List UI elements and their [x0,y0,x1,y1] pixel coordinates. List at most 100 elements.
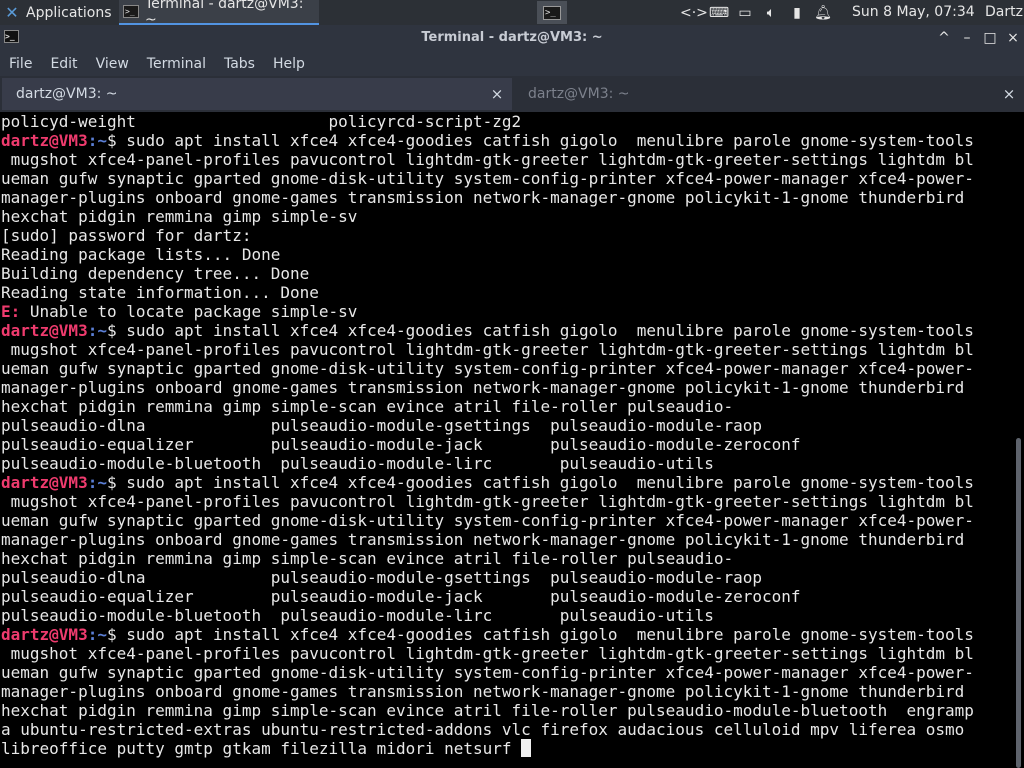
line-text: pulseaudio-module-bluetooth pulseaudio-m… [1,606,714,625]
line-text: sudo apt install xfce4 xfce4-goodies cat… [116,131,974,150]
menu-bar: File Edit View Terminal Tabs Help [0,51,1024,76]
line-text: ueman gufw synaptic gparted gnome-disk-u… [1,663,974,682]
terminal-line: hexchat pidgin remmina gimp simple-scan … [1,397,1012,416]
user-menu[interactable]: Dartz [985,0,1023,25]
terminal-line: hexchat pidgin remmina gimp simple-scan … [1,701,1012,720]
terminal-launcher-button[interactable]: >_ [537,1,567,24]
battery-icon[interactable]: ▮ [784,5,810,21]
line-text: Building dependency tree... Done [1,264,310,283]
line-text: pulseaudio-equalizer pulseaudio-module-j… [1,587,801,606]
terminal-line: [sudo] password for dartz: [1,226,1012,245]
terminal-line: pulseaudio-equalizer pulseaudio-module-j… [1,587,1012,606]
line-text: hexchat pidgin remmina gimp simple-scan … [1,397,734,416]
system-tray: <·> ⌨ ▭ 🔈︎ ▮ 🔔︎ [680,0,836,25]
line-text: Unable to locate package simple-sv [20,302,358,321]
tab-close-icon[interactable]: × [994,85,1024,103]
menu-file[interactable]: File [0,56,41,72]
menu-help[interactable]: Help [264,56,314,72]
line-text: pulseaudio-dlna pulseaudio-module-gsetti… [1,568,762,587]
text-cursor [521,739,532,757]
line-text: [sudo] password for dartz: [1,226,252,245]
terminal-line: E: Unable to locate package simple-sv [1,302,1012,321]
terminal-line: dartz@VM3:~$ sudo apt install xfce4 xfce… [1,131,1012,150]
menu-edit[interactable]: Edit [41,56,86,72]
window-titlebar[interactable]: >_ Terminal - dartz@VM3: ~ ^ – □ × [0,25,1024,51]
terminal-launcher-icon: >_ [543,5,561,20]
line-text: manager-plugins onboard gnome-games tran… [1,682,965,701]
line-text: ueman gufw synaptic gparted gnome-disk-u… [1,511,974,530]
prompt-path: :~ [87,625,107,644]
line-text: mugshot xfce4-panel-profiles pavucontrol… [1,492,974,511]
tab-label: dartz@VM3: ~ [16,86,118,102]
tab-label: dartz@VM3: ~ [528,86,630,102]
line-text: mugshot xfce4-panel-profiles pavucontrol… [1,150,974,169]
terminal-icon: >_ [123,5,139,18]
clock[interactable]: Sun 8 May, 07:34 [852,0,975,25]
terminal-line: Building dependency tree... Done [1,264,1012,283]
network-arrows-icon[interactable]: <·> [680,5,708,21]
terminal-line: pulseaudio-dlna pulseaudio-module-gsetti… [1,568,1012,587]
terminal-line: pulseaudio-equalizer pulseaudio-module-j… [1,435,1012,454]
tab-close-icon[interactable]: × [482,85,512,103]
terminal-line: mugshot xfce4-panel-profiles pavucontrol… [1,644,1012,663]
terminal-line: pulseaudio-module-bluetooth pulseaudio-m… [1,454,1012,473]
terminal-line: manager-plugins onboard gnome-games tran… [1,378,1012,397]
keyboard-icon[interactable]: ⌨ [706,5,732,21]
taskbar-terminal-label: Terminal - dartz@VM3: ~ [144,0,304,28]
tab-active[interactable]: dartz@VM3: ~ × [2,78,512,110]
prompt-user: dartz@VM3 [1,625,88,644]
terminal-line: manager-plugins onboard gnome-games tran… [1,682,1012,701]
scrollbar-thumb[interactable] [1016,438,1021,768]
close-window-button[interactable]: × [1002,25,1024,51]
line-text: sudo apt install xfce4 xfce4-goodies cat… [116,473,974,492]
line-text: sudo apt install xfce4 xfce4-goodies cat… [116,321,974,340]
terminal-line: mugshot xfce4-panel-profiles pavucontrol… [1,492,1012,511]
minimize-button[interactable]: ^ [933,25,955,51]
xfce-logo-icon: ✕ [5,2,19,22]
line-text: hexchat pidgin remmina gimp simple-scan … [1,549,734,568]
line-text: Reading package lists... Done [1,245,281,264]
prompt-user: dartz@VM3 [1,473,88,492]
terminal-line: ueman gufw synaptic gparted gnome-disk-u… [1,359,1012,378]
prompt-user: dartz@VM3 [1,131,88,150]
taskbar-terminal-button[interactable]: >_ Terminal - dartz@VM3: ~ [119,0,319,28]
terminal-line: mugshot xfce4-panel-profiles pavucontrol… [1,340,1012,359]
line-text: mugshot xfce4-panel-profiles pavucontrol… [1,340,974,359]
menu-tabs[interactable]: Tabs [215,56,264,72]
prompt-symbol: $ [106,131,117,150]
menu-view[interactable]: View [87,56,138,72]
display-icon[interactable]: ▭ [732,5,758,21]
prompt-path: :~ [87,131,107,150]
line-text: policyd-weight policyrcd-script-zg2 [1,112,522,131]
terminal-line: ueman gufw synaptic gparted gnome-disk-u… [1,663,1012,682]
terminal-line: ueman gufw synaptic gparted gnome-disk-u… [1,169,1012,188]
terminal-line: manager-plugins onboard gnome-games tran… [1,530,1012,549]
line-text: manager-plugins onboard gnome-games tran… [1,530,965,549]
terminal-line: dartz@VM3:~$ sudo apt install xfce4 xfce… [1,473,1012,492]
line-text: manager-plugins onboard gnome-games tran… [1,188,965,207]
terminal-line: hexchat pidgin remmina gimp simple-scan … [1,549,1012,568]
line-text: a ubuntu-restricted-extras ubuntu-restri… [1,720,965,739]
line-text: pulseaudio-module-bluetooth pulseaudio-m… [1,454,714,473]
terminal-line: dartz@VM3:~$ sudo apt install xfce4 xfce… [1,321,1012,340]
volume-icon[interactable]: 🔈︎ [758,5,784,21]
tab-inactive[interactable]: dartz@VM3: ~ × [514,78,1024,110]
shade-button[interactable]: – [956,25,978,51]
terminal-line: dartz@VM3:~$ sudo apt install xfce4 xfce… [1,625,1012,644]
notification-bell-icon[interactable]: 🔔︎ [810,5,836,21]
terminal-line: hexchat pidgin remmina gimp simple-sv [1,207,1012,226]
line-text: sudo apt install xfce4 xfce4-goodies cat… [116,625,974,644]
terminal-scrollbar[interactable] [1012,112,1024,768]
terminal-line: Reading package lists... Done [1,245,1012,264]
applications-menu-button[interactable]: ✕ Applications [4,0,111,25]
top-panel: ✕ Applications >_ Terminal - dartz@VM3: … [0,0,1024,28]
maximize-button[interactable]: □ [979,25,1001,51]
terminal-output[interactable]: policyd-weight policyrcd-script-zg2 dartz… [0,112,1012,768]
line-text: ueman gufw synaptic gparted gnome-disk-u… [1,359,974,378]
terminal-line: mugshot xfce4-panel-profiles pavucontrol… [1,150,1012,169]
line-text: manager-plugins onboard gnome-games tran… [1,378,965,397]
line-text: libreoffice putty gmtp gtkam filezilla m… [1,739,522,758]
prompt-user: dartz@VM3 [1,321,88,340]
terminal-line: libreoffice putty gmtp gtkam filezilla m… [1,739,1012,758]
menu-terminal[interactable]: Terminal [138,56,215,72]
